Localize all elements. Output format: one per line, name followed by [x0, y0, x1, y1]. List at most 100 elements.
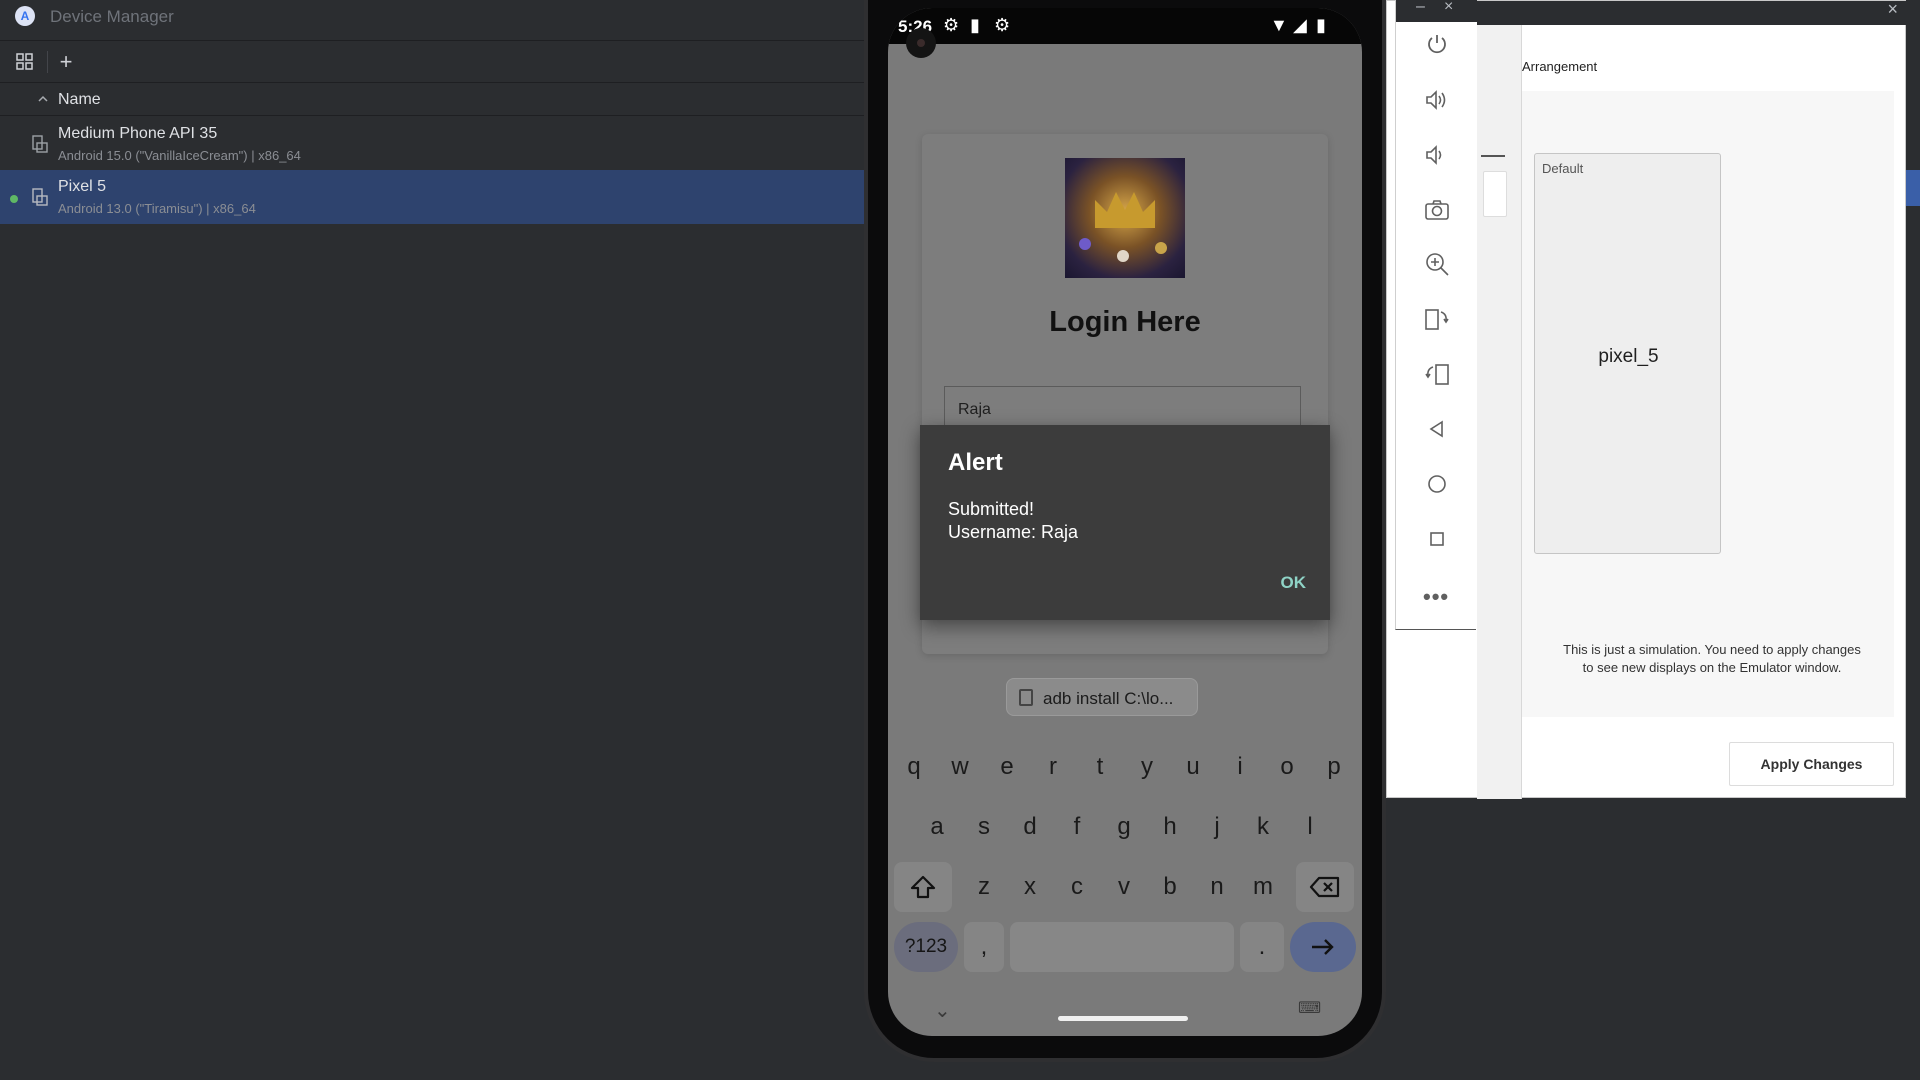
symbols-key[interactable]: ?123 — [894, 922, 958, 972]
divider — [1481, 155, 1505, 157]
minimize-button[interactable]: – — [1416, 0, 1425, 16]
key-g[interactable]: g — [1102, 802, 1146, 852]
clipboard-text: adb install C:\lo... — [1043, 689, 1174, 708]
hide-keyboard-icon[interactable]: ⌄ — [934, 998, 951, 1023]
alert-message-line2: Username: Raja — [948, 522, 1079, 542]
zoom-in-icon[interactable] — [1423, 250, 1451, 278]
power-icon[interactable] — [1423, 30, 1451, 58]
arrangement-canvas: Default pixel_5 This is just a simulatio… — [1522, 91, 1894, 717]
device-manager-title: Device Manager — [50, 7, 174, 26]
key-b[interactable]: b — [1148, 862, 1192, 912]
device-row-pixel-5[interactable]: Pixel 5 Android 13.0 ("Tiramisu") | x86_… — [0, 170, 864, 224]
key-w[interactable]: w — [938, 742, 982, 792]
key-n[interactable]: n — [1195, 862, 1239, 912]
clipboard-suggestion-chip[interactable]: adb install C:\lo... — [1006, 678, 1198, 716]
close-button[interactable]: × — [1444, 0, 1453, 16]
shift-key[interactable] — [894, 862, 952, 912]
keyboard-switch-icon[interactable]: ⌨ — [1298, 998, 1321, 1018]
key-y[interactable]: y — [1125, 742, 1169, 792]
key-h[interactable]: h — [1148, 802, 1192, 852]
gem-graphic — [1117, 250, 1129, 262]
front-camera — [906, 28, 936, 58]
logo-image — [1065, 158, 1185, 278]
key-c[interactable]: c — [1055, 862, 1099, 912]
device-manager-toolbar: + — [0, 41, 864, 83]
gem-graphic — [1079, 238, 1091, 250]
shift-arrow-icon — [910, 875, 936, 899]
key-u[interactable]: u — [1171, 742, 1215, 792]
key-a[interactable]: a — [915, 802, 959, 852]
crown-graphic — [1095, 192, 1155, 228]
virtual-device-icon — [32, 188, 48, 206]
key-x[interactable]: x — [1008, 862, 1052, 912]
gesture-nav-pill[interactable] — [1058, 1016, 1188, 1021]
login-title: Login Here — [1049, 306, 1201, 338]
toolbar-divider — [47, 51, 48, 73]
device-row-medium-phone[interactable]: Medium Phone API 35 Android 15.0 ("Vanil… — [0, 117, 864, 171]
alert-dialog: Alert Submitted! Username: Raja OK — [920, 425, 1330, 620]
key-o[interactable]: o — [1265, 742, 1309, 792]
back-icon[interactable] — [1423, 415, 1451, 443]
simulation-note: This is just a simulation. You need to a… — [1563, 642, 1861, 675]
clipboard-icon — [1019, 689, 1033, 706]
device-name: Medium Phone API 35 — [58, 125, 218, 142]
device-description: Android 13.0 ("Tiramisu") | x86_64 — [58, 201, 256, 216]
alert-title: Alert — [948, 449, 1003, 476]
home-icon[interactable] — [1423, 470, 1451, 498]
space-key[interactable] — [1010, 922, 1234, 972]
emulator-screen[interactable]: 5:26 ⚙ ▮ ⚙ ▼ ◢ ▮ Login Here Raja Alert S… — [888, 8, 1362, 1036]
display-label: Default — [1542, 161, 1584, 176]
overview-icon[interactable] — [1423, 525, 1451, 553]
key-l[interactable]: l — [1288, 802, 1332, 852]
key-p[interactable]: p — [1312, 742, 1356, 792]
column-header-name[interactable]: Name — [0, 84, 864, 116]
extended-controls-nav-strip — [1477, 25, 1522, 799]
display-card-default[interactable]: Default pixel_5 — [1534, 153, 1721, 554]
rotate-right-icon[interactable] — [1423, 360, 1451, 388]
add-device-button[interactable]: + — [55, 49, 77, 74]
emulator-toolbar-title-bar: – × — [1396, 0, 1477, 22]
comma-key[interactable]: , — [964, 922, 1004, 972]
key-k[interactable]: k — [1241, 802, 1285, 852]
display-name: pixel_5 — [1598, 346, 1659, 367]
volume-down-icon[interactable] — [1423, 141, 1451, 169]
enter-key[interactable] — [1290, 922, 1356, 972]
key-q[interactable]: q — [892, 742, 936, 792]
device-manager-title-bar: A Device Manager — [0, 0, 864, 41]
backspace-icon — [1309, 876, 1340, 898]
key-i[interactable]: i — [1218, 742, 1262, 792]
key-e[interactable]: e — [985, 742, 1029, 792]
sd-card-icon: ▮ — [970, 15, 980, 35]
settings-gear-icon: ⚙ — [994, 15, 1011, 35]
device-name: Pixel 5 — [58, 178, 107, 195]
background-selection-edge — [1906, 170, 1920, 206]
running-status-dot — [10, 195, 18, 203]
device-description: Android 15.0 ("VanillaIceCream") | x86_6… — [58, 148, 301, 163]
android-studio-icon: A — [15, 6, 35, 26]
key-f[interactable]: f — [1055, 802, 1099, 852]
key-m[interactable]: m — [1241, 862, 1285, 912]
key-s[interactable]: s — [962, 802, 1006, 852]
key-r[interactable]: r — [1031, 742, 1075, 792]
apply-changes-button[interactable]: Apply Changes — [1729, 742, 1894, 786]
virtual-device-icon — [32, 135, 48, 153]
volume-up-icon[interactable] — [1423, 86, 1451, 114]
key-j[interactable]: j — [1195, 802, 1239, 852]
extended-controls-title-bar: × — [1477, 0, 1906, 25]
key-z[interactable]: z — [962, 862, 1006, 912]
backspace-key[interactable] — [1296, 862, 1354, 912]
period-key[interactable]: . — [1240, 922, 1284, 972]
camera-icon[interactable] — [1423, 196, 1451, 224]
extended-controls-close-button[interactable]: × — [1887, 0, 1898, 20]
nav-scrollbar-thumb[interactable] — [1483, 171, 1507, 217]
more-icon[interactable]: ••• — [1423, 584, 1449, 610]
key-v[interactable]: v — [1102, 862, 1146, 912]
device-grid-icon[interactable] — [14, 51, 36, 73]
key-d[interactable]: d — [1008, 802, 1052, 852]
chevron-up-icon — [38, 95, 48, 102]
key-t[interactable]: t — [1078, 742, 1122, 792]
arrangement-section-title: Arrangement — [1522, 59, 1598, 74]
username-value: Raja — [958, 401, 991, 418]
rotate-left-icon[interactable] — [1423, 305, 1451, 333]
alert-ok-button[interactable]: OK — [1281, 573, 1307, 593]
